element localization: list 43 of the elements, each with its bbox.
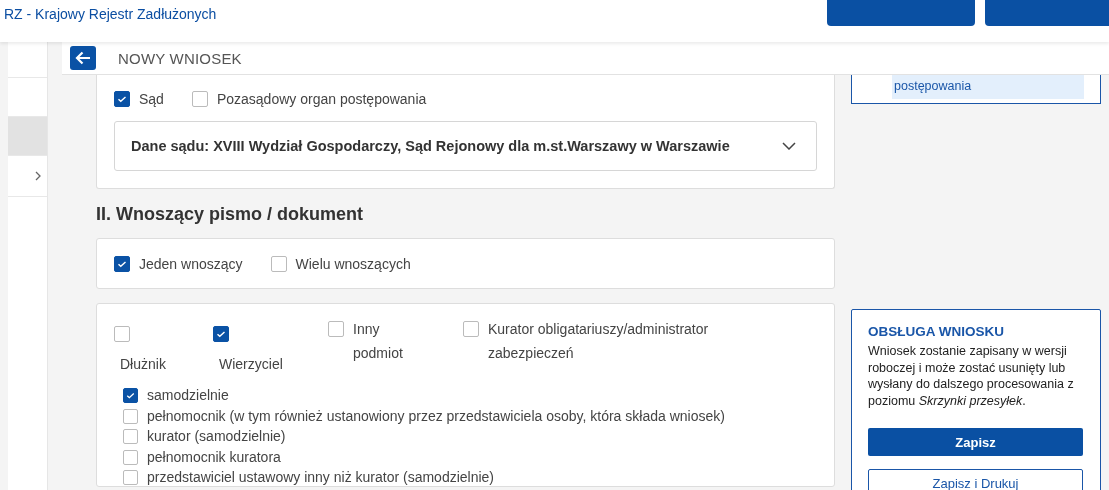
checkbox[interactable] bbox=[123, 449, 138, 465]
back-arrow-icon bbox=[75, 51, 91, 65]
checkbox[interactable] bbox=[114, 326, 130, 342]
checkbox-label: Wierzyciel bbox=[219, 355, 284, 374]
checkbox[interactable] bbox=[114, 91, 130, 107]
sidebar-item[interactable] bbox=[8, 116, 47, 155]
checkbox[interactable] bbox=[213, 326, 229, 342]
checkbox-label: Sąd bbox=[139, 91, 164, 107]
checkbox-label: Dłużnik bbox=[120, 355, 167, 374]
checkbox[interactable] bbox=[270, 255, 287, 272]
link[interactable]: postępowania bbox=[892, 75, 1084, 99]
header-button[interactable] bbox=[827, 0, 975, 26]
checkbox[interactable] bbox=[114, 255, 130, 272]
checkbox-label: pełnomocnik kuratora bbox=[147, 448, 281, 465]
back-button[interactable] bbox=[70, 46, 96, 70]
panel-title: OBSŁUGA WNIOSKU bbox=[868, 324, 1005, 339]
checkbox-label: Kurator obligatariuszy/administrator zabezpieczeń bbox=[488, 320, 710, 363]
checkbox[interactable] bbox=[191, 91, 208, 107]
sidebar-item[interactable] bbox=[8, 155, 47, 197]
checkbox-label: samodzielnie bbox=[147, 387, 229, 403]
checkbox[interactable] bbox=[328, 321, 344, 337]
checkbox[interactable] bbox=[123, 408, 138, 424]
chevron-down-icon bbox=[782, 142, 796, 150]
court-select[interactable]: Dane sądu: XVIII Wydział Gospodarczy, Sąd Rejonowy dla m.st.Warszawy w Warszawie bbox=[114, 121, 817, 171]
checkbox[interactable] bbox=[123, 388, 138, 403]
checkbox-label: Wielu wnoszących bbox=[295, 255, 411, 272]
checkbox-label: Pozasądowy organ postępowania bbox=[216, 91, 427, 107]
checkbox-label: pełnomocnik (w tym również ustanowiony przez przedstawiciela osoby, która składa wniosek) bbox=[147, 407, 725, 424]
checkbox-label: przedstawiciel ustawowy inny niż kurator (samodzielnie) bbox=[147, 469, 495, 485]
page-title: NOWY WNIOSEK bbox=[118, 49, 242, 67]
checkbox[interactable] bbox=[123, 429, 138, 444]
checkbox-label: Jeden wnoszący bbox=[139, 255, 243, 272]
panel-description: Wniosek zostanie zapisany w wersji roboczej i może zostać usunięty lub wysłany do dalszego procesowania z poziomu Skrzynki przesyłek. bbox=[868, 343, 1075, 409]
header-button[interactable] bbox=[985, 0, 1109, 26]
save-button[interactable]: Zapisz bbox=[868, 428, 1083, 456]
checkbox-label: kurator (samodzielnie) bbox=[147, 428, 286, 444]
checkbox-label: Inny podmiot bbox=[353, 320, 404, 363]
checkbox[interactable] bbox=[463, 321, 479, 337]
chevron-right-icon bbox=[35, 171, 41, 181]
app-title: RZ - Krajowy Rejestr Zadłużonych bbox=[4, 6, 217, 22]
checkbox[interactable] bbox=[123, 470, 138, 485]
save-print-button[interactable]: Zapisz i Drukuj bbox=[868, 469, 1083, 490]
section-heading: II. Wnoszący pismo / dokument bbox=[96, 204, 365, 225]
